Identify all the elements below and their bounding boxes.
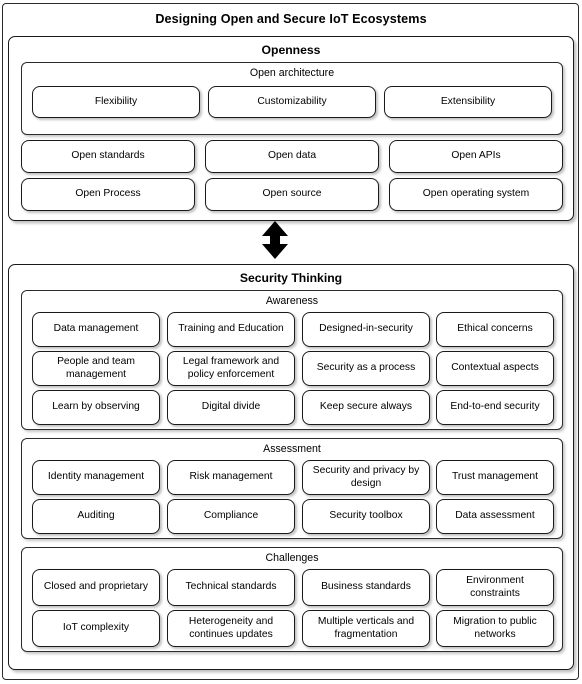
cell-label: Keep secure always — [319, 401, 413, 413]
cell-label: Digital divide — [201, 401, 261, 413]
cell-label: Data assessment — [455, 510, 535, 522]
diagram-canvas: Designing Open and Secure IoT Ecosystems… — [0, 0, 582, 684]
cell-label: Migration to public networks — [453, 616, 537, 640]
cell-label: Risk management — [189, 471, 273, 483]
cell-label: Business standards — [321, 581, 411, 593]
group-assessment: Assessment Identity management Risk mana… — [21, 438, 563, 539]
section-openness: Openness Open architecture Flexibility C… — [8, 36, 574, 221]
cell-multiple-verticals-and-fragmentation[interactable]: Multiple verticals and fragmentation — [302, 610, 430, 647]
cell-business-standards[interactable]: Business standards — [302, 569, 430, 606]
section-security-thinking-title: Security Thinking — [239, 271, 343, 285]
double-headed-vertical-arrow-icon — [260, 221, 290, 259]
cell-label: Security toolbox — [329, 510, 403, 522]
cell-open-data[interactable]: Open data — [205, 140, 379, 173]
cell-people-and-team-management[interactable]: People and team management — [32, 351, 160, 386]
cell-label: Flexibility — [94, 95, 138, 107]
section-security-thinking: Security Thinking Awareness Data managem… — [8, 264, 574, 670]
cell-label: Security and privacy by design — [312, 465, 420, 489]
cell-designed-in-security[interactable]: Designed-in-security — [302, 312, 430, 347]
cell-label: Legal framework and policy enforcement — [182, 356, 280, 380]
cell-data-management[interactable]: Data management — [32, 312, 160, 347]
cell-flexibility[interactable]: Flexibility — [32, 86, 200, 118]
cell-label: Closed and proprietary — [43, 581, 149, 593]
cell-label: Training and Education — [178, 323, 284, 335]
group-awareness: Awareness Data management Training and E… — [21, 290, 563, 430]
cell-data-assessment[interactable]: Data assessment — [436, 499, 554, 534]
cell-learn-by-observing[interactable]: Learn by observing — [32, 390, 160, 425]
cell-label: Data management — [53, 323, 139, 335]
cell-label: Designed-in-security — [319, 323, 413, 335]
cell-label: Customizability — [257, 95, 327, 107]
cell-identity-management[interactable]: Identity management — [32, 460, 160, 495]
cell-customizability[interactable]: Customizability — [208, 86, 376, 118]
cell-label: Environment constraints — [466, 575, 524, 599]
cell-label: Multiple verticals and fragmentation — [317, 616, 415, 640]
cell-label: Technical standards — [185, 581, 277, 593]
cell-label: Open APIs — [451, 150, 501, 162]
cell-digital-divide[interactable]: Digital divide — [167, 390, 295, 425]
cell-label: People and team management — [57, 356, 135, 380]
cell-training-and-education[interactable]: Training and Education — [167, 312, 295, 347]
cell-risk-management[interactable]: Risk management — [167, 460, 295, 495]
cell-label: End-to-end security — [450, 401, 540, 413]
group-open-architecture: Open architecture Flexibility Customizab… — [21, 62, 563, 135]
cell-label: Open standards — [71, 150, 145, 162]
cell-end-to-end-security[interactable]: End-to-end security — [436, 390, 554, 425]
cell-open-source[interactable]: Open source — [205, 178, 379, 211]
cell-open-standards[interactable]: Open standards — [21, 140, 195, 173]
cell-label: Security as a process — [316, 362, 416, 374]
cell-open-process[interactable]: Open Process — [21, 178, 195, 211]
cell-label: Auditing — [77, 510, 115, 522]
cell-label: Learn by observing — [52, 401, 140, 413]
group-challenges: Challenges Closed and proprietary Techni… — [21, 547, 563, 652]
cell-label: Trust management — [451, 471, 539, 483]
cell-environment-constraints[interactable]: Environment constraints — [436, 569, 554, 606]
cell-label: Compliance — [203, 510, 259, 522]
cell-closed-and-proprietary[interactable]: Closed and proprietary — [32, 569, 160, 606]
cell-keep-secure-always[interactable]: Keep secure always — [302, 390, 430, 425]
cell-heterogeneity-and-continues-updates[interactable]: Heterogeneity and continues updates — [167, 610, 295, 647]
cell-open-operating-system[interactable]: Open operating system — [389, 178, 563, 211]
group-awareness-title: Awareness — [265, 295, 319, 307]
group-challenges-title: Challenges — [265, 552, 319, 564]
page-title: Designing Open and Secure IoT Ecosystems — [155, 12, 427, 26]
cell-security-toolbox[interactable]: Security toolbox — [302, 499, 430, 534]
cell-open-apis[interactable]: Open APIs — [389, 140, 563, 173]
cell-label: Open data — [267, 150, 317, 162]
cell-label: Open Process — [75, 188, 141, 200]
cell-label: Heterogeneity and continues updates — [188, 616, 274, 640]
cell-trust-management[interactable]: Trust management — [436, 460, 554, 495]
cell-ethical-concerns[interactable]: Ethical concerns — [436, 312, 554, 347]
cell-security-and-privacy-by-design[interactable]: Security and privacy by design — [302, 460, 430, 495]
cell-label: Open operating system — [422, 188, 530, 200]
cell-label: Extensibility — [440, 95, 496, 107]
cell-label: IoT complexity — [62, 622, 130, 634]
cell-extensibility[interactable]: Extensibility — [384, 86, 552, 118]
cell-contextual-aspects[interactable]: Contextual aspects — [436, 351, 554, 386]
cell-security-as-a-process[interactable]: Security as a process — [302, 351, 430, 386]
cell-auditing[interactable]: Auditing — [32, 499, 160, 534]
cell-label: Ethical concerns — [457, 323, 533, 335]
cell-migration-to-public-networks[interactable]: Migration to public networks — [436, 610, 554, 647]
cell-compliance[interactable]: Compliance — [167, 499, 295, 534]
cell-technical-standards[interactable]: Technical standards — [167, 569, 295, 606]
section-openness-title: Openness — [261, 43, 321, 57]
group-open-architecture-title: Open architecture — [249, 67, 335, 79]
cell-label: Open source — [262, 188, 322, 200]
cell-iot-complexity[interactable]: IoT complexity — [32, 610, 160, 647]
cell-label: Identity management — [47, 471, 145, 483]
cell-label: Contextual aspects — [451, 362, 539, 374]
cell-legal-framework-and-policy-enforcement[interactable]: Legal framework and policy enforcement — [167, 351, 295, 386]
group-assessment-title: Assessment — [263, 443, 321, 455]
